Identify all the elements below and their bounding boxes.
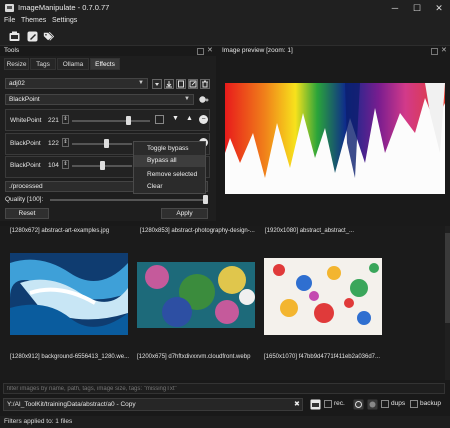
folder-path-input[interactable]: Y:/AI_ToolKit/trainingData/abstract/a0 -… bbox=[3, 398, 303, 411]
backup-checkbox[interactable] bbox=[410, 400, 418, 408]
reset-button[interactable]: Reset bbox=[5, 208, 49, 219]
clear-path-icon[interactable]: ✖ bbox=[294, 400, 300, 408]
thumbnail-caption: [1280x853] abstract-photography-design-.… bbox=[140, 228, 255, 234]
effect-slider-handle[interactable] bbox=[126, 116, 131, 125]
toolbar bbox=[0, 27, 450, 46]
close-panel-icon[interactable]: ✕ bbox=[207, 46, 213, 54]
preset-select[interactable]: adj02 ▼ bbox=[5, 78, 148, 89]
menu-settings[interactable]: Settings bbox=[52, 17, 77, 24]
recursive-checkbox[interactable] bbox=[324, 400, 332, 408]
move-down-icon[interactable] bbox=[152, 79, 162, 89]
tags-icon[interactable] bbox=[43, 31, 54, 42]
effect-name: BlackPoint bbox=[10, 162, 41, 169]
tab-effects[interactable]: Effects bbox=[90, 58, 120, 70]
new-preset-icon[interactable] bbox=[176, 79, 186, 89]
folder-open-icon[interactable] bbox=[310, 399, 321, 410]
effect-value: 122 bbox=[48, 140, 59, 147]
thumbnail-caption: [1650x1070] f47bb9d4771f411eb2a036d7... bbox=[264, 354, 380, 360]
dups-label: dups bbox=[391, 400, 406, 407]
menu-item-bypass-all[interactable]: Bypass all bbox=[134, 155, 205, 167]
quality-label: Quality [100]: bbox=[5, 196, 44, 203]
thumbnail-image[interactable] bbox=[137, 262, 255, 328]
effect-value: 221 bbox=[48, 117, 59, 124]
window-title: ImageManipulate - 0.7.0.77 bbox=[18, 3, 110, 12]
effect-slider-handle[interactable] bbox=[104, 139, 109, 148]
tab-ollama[interactable]: Ollama bbox=[57, 58, 89, 70]
minimize-button[interactable]: ─ bbox=[385, 2, 405, 14]
menu-themes[interactable]: Themes bbox=[21, 17, 46, 24]
effect-name: WhitePoint bbox=[10, 117, 42, 124]
close-panel-icon[interactable]: ✕ bbox=[441, 46, 447, 54]
value-stepper[interactable]: ⇕ bbox=[62, 160, 69, 169]
chevron-down-icon: ▼ bbox=[138, 80, 144, 86]
preset-value: adj02 bbox=[9, 80, 25, 87]
bypass-checkbox[interactable] bbox=[155, 115, 164, 124]
remove-effect-icon[interactable]: − bbox=[199, 115, 208, 124]
thumbnail-image[interactable] bbox=[264, 258, 382, 335]
value-stepper[interactable]: ⇕ bbox=[62, 115, 69, 124]
maximize-button[interactable]: ☐ bbox=[407, 2, 427, 14]
record-icon[interactable] bbox=[367, 399, 378, 410]
rename-icon[interactable] bbox=[188, 79, 198, 89]
effect-slider-handle[interactable] bbox=[100, 161, 105, 170]
thumbnail-caption: [1280x912] background-6556413_1280.we... bbox=[10, 354, 130, 360]
delete-icon[interactable] bbox=[200, 79, 210, 89]
thumbnail-caption: [1200x675] d7hftxdivxxvm.cloudfront.webp bbox=[137, 354, 251, 360]
effect-select-value: BlackPoint bbox=[9, 96, 40, 103]
app-icon bbox=[5, 4, 14, 12]
chevron-down-icon: ▼ bbox=[184, 96, 190, 102]
effect-select[interactable]: BlackPoint ▼ bbox=[5, 94, 194, 105]
menu-file[interactable]: File bbox=[4, 17, 15, 24]
recursive-label: rec. bbox=[334, 400, 345, 407]
float-panel-icon[interactable] bbox=[197, 48, 204, 55]
quality-slider-handle[interactable] bbox=[203, 195, 208, 204]
tab-tags[interactable]: Tags bbox=[30, 58, 56, 70]
menu-item-toggle-bypass[interactable]: Toggle bypass bbox=[134, 143, 205, 155]
thumbnail-image[interactable] bbox=[10, 253, 128, 335]
filter-input[interactable] bbox=[3, 383, 445, 394]
dups-checkbox[interactable] bbox=[381, 400, 389, 408]
float-panel-icon[interactable] bbox=[431, 48, 438, 55]
quality-slider-track[interactable] bbox=[50, 199, 208, 201]
thumbnail-caption: [1920x1080] abstract_abstract_... bbox=[265, 228, 355, 234]
backup-label: backup bbox=[420, 400, 441, 407]
apply-button[interactable]: Apply bbox=[161, 208, 208, 219]
thumbnail-caption: [1280x672] abstract-art-examples.jpg bbox=[10, 228, 110, 234]
refresh-icon[interactable] bbox=[353, 399, 364, 410]
preview-panel-title: Image preview [zoom: 1] bbox=[222, 47, 293, 54]
preview-image bbox=[225, 83, 445, 194]
status-bar: Filters applied to: 1 files bbox=[0, 416, 450, 428]
save-icon[interactable] bbox=[164, 79, 174, 89]
effect-value: 104 bbox=[48, 162, 59, 169]
image-folder-icon[interactable] bbox=[9, 31, 20, 42]
tab-resize[interactable]: Resize bbox=[4, 58, 29, 70]
move-up-icon[interactable]: ▲ bbox=[186, 115, 193, 122]
value-stepper[interactable]: ⇕ bbox=[62, 138, 69, 147]
add-effect-icon[interactable] bbox=[198, 94, 209, 105]
output-path-value: ./processed bbox=[9, 183, 43, 190]
gallery-scrollbar-thumb[interactable] bbox=[445, 233, 450, 323]
effect-slider-track[interactable] bbox=[72, 143, 132, 145]
edit-icon[interactable] bbox=[27, 31, 38, 42]
close-button[interactable]: ✕ bbox=[429, 2, 449, 14]
effect-name: BlackPoint bbox=[10, 140, 41, 147]
effect-slider-track[interactable] bbox=[72, 120, 150, 122]
menu-item-remove-selected[interactable]: Remove selected bbox=[134, 169, 205, 181]
move-down-icon[interactable]: ▼ bbox=[172, 115, 179, 122]
menu-item-clear[interactable]: Clear bbox=[134, 181, 205, 193]
